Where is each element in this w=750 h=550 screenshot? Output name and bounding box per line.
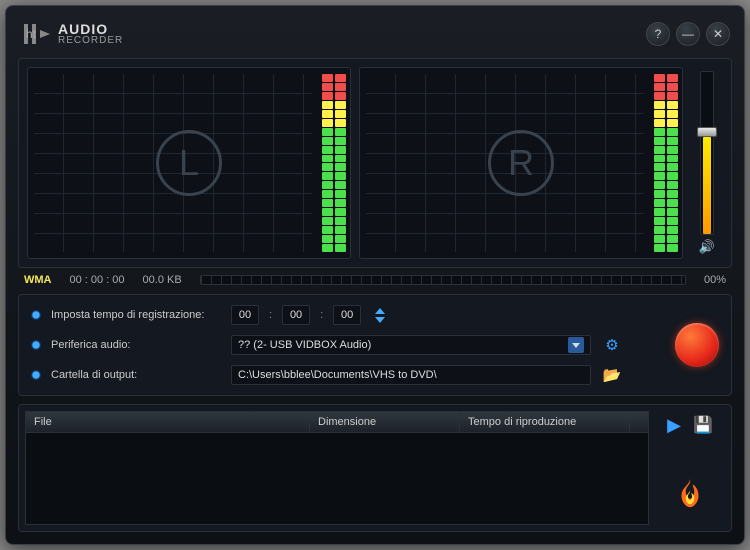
elapsed-time: 00 : 00 : 00 xyxy=(70,274,125,286)
left-channel: L xyxy=(27,67,351,259)
browse-folder-button[interactable]: 📂 xyxy=(601,366,623,384)
right-vu-meter xyxy=(650,68,682,258)
chevron-down-icon xyxy=(568,337,584,353)
rec-seconds-input[interactable] xyxy=(333,305,361,325)
col-duration[interactable]: Tempo di riproduzione xyxy=(460,412,630,432)
app-subtitle: RECORDER xyxy=(58,36,123,46)
app-title: AUDIO xyxy=(58,22,123,36)
device-row: Periferica audio: ?? (2- USB VIDBOX Audi… xyxy=(31,335,659,355)
rec-time-radio[interactable] xyxy=(31,310,41,320)
volume-panel: 🔊 xyxy=(691,67,723,259)
files-panel: File Dimensione Tempo di riproduzione ▶ … xyxy=(18,404,732,532)
right-channel: R xyxy=(359,67,683,259)
table-header: File Dimensione Tempo di riproduzione xyxy=(26,412,648,433)
settings-panel: Imposta tempo di registrazione: : : Peri… xyxy=(18,294,732,396)
right-channel-label: R xyxy=(488,130,554,196)
output-radio[interactable] xyxy=(31,370,41,380)
col-size[interactable]: Dimensione xyxy=(310,412,460,432)
brand-icon: ht xyxy=(20,18,52,50)
time-down-button[interactable] xyxy=(375,317,385,323)
meters-panel: L R 🔊 xyxy=(18,58,732,268)
play-button[interactable]: ▶ xyxy=(667,415,681,436)
col-scroll xyxy=(630,412,648,432)
progress-bar xyxy=(200,275,686,285)
col-file[interactable]: File xyxy=(26,412,310,432)
rec-minutes-input[interactable] xyxy=(282,305,310,325)
output-path-input[interactable] xyxy=(231,365,591,385)
status-bar: WMA 00 : 00 : 00 00.0 KB 00% xyxy=(12,270,738,290)
titlebar: ht AUDIO RECORDER ? — ✕ xyxy=(12,12,738,56)
file-size: 00.0 KB xyxy=(143,274,182,286)
rec-time-row: Imposta tempo di registrazione: : : xyxy=(31,305,659,325)
rec-hours-input[interactable] xyxy=(231,305,259,325)
flame-icon xyxy=(673,476,707,510)
left-channel-label: L xyxy=(156,130,222,196)
output-row: Cartella di output: 📂 xyxy=(31,365,659,385)
files-table: File Dimensione Tempo di riproduzione xyxy=(25,411,649,525)
gear-icon: ⚙ xyxy=(605,337,618,354)
app-logo: ht AUDIO RECORDER xyxy=(20,18,123,50)
device-settings-button[interactable]: ⚙ xyxy=(601,336,623,354)
volume-slider[interactable] xyxy=(700,71,714,235)
left-vu-meter xyxy=(318,68,350,258)
progress-percent: 00% xyxy=(704,274,726,286)
speaker-icon[interactable]: 🔊 xyxy=(699,239,715,255)
minimize-button[interactable]: — xyxy=(676,22,700,46)
format-label: WMA xyxy=(24,274,52,286)
app-window: ht AUDIO RECORDER ? — ✕ L R xyxy=(5,5,745,545)
output-label: Cartella di output: xyxy=(51,369,221,381)
device-label: Periferica audio: xyxy=(51,339,221,351)
burn-button[interactable] xyxy=(668,471,712,515)
help-button[interactable]: ? xyxy=(646,22,670,46)
side-buttons: ▶ 💾 xyxy=(655,411,725,525)
device-dropdown[interactable]: ?? (2- USB VIDBOX Audio) xyxy=(231,335,591,355)
save-button[interactable]: 💾 xyxy=(693,415,713,436)
time-up-button[interactable] xyxy=(375,308,385,314)
folder-icon: 📂 xyxy=(603,367,622,384)
record-button[interactable] xyxy=(675,323,719,367)
close-button[interactable]: ✕ xyxy=(706,22,730,46)
device-radio[interactable] xyxy=(31,340,41,350)
svg-text:ht: ht xyxy=(26,27,37,41)
table-body xyxy=(26,433,648,524)
rec-time-label: Imposta tempo di registrazione: xyxy=(51,309,221,321)
device-value: ?? (2- USB VIDBOX Audio) xyxy=(238,339,371,351)
volume-thumb[interactable] xyxy=(697,127,717,137)
